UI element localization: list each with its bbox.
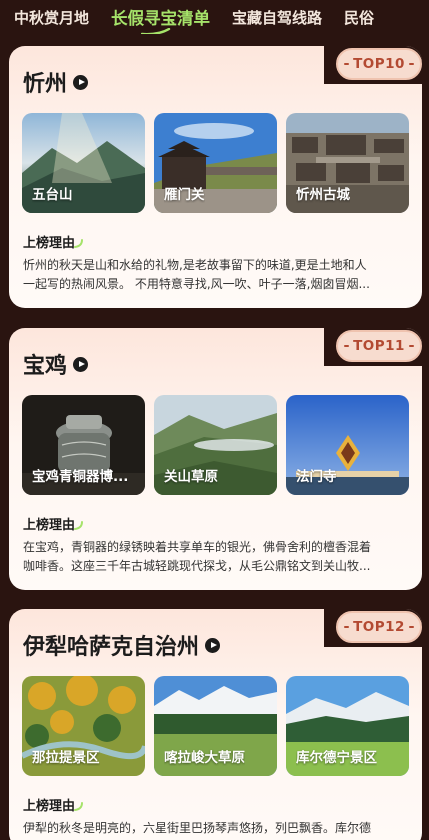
photo-thumbnail[interactable]: 雁门关 bbox=[154, 113, 277, 213]
photo-label: 忻州古城 bbox=[296, 187, 350, 203]
tab-mid-autumn[interactable]: 中秋赏月地 bbox=[14, 7, 89, 28]
hook-icon bbox=[74, 521, 84, 530]
photo-row: 五台山 雁门关 忻州古城 bbox=[22, 113, 409, 213]
reason-line: 忻州的秋天是山和水给的礼物,是老故事留下的味道,更是土地和人 bbox=[23, 258, 367, 272]
photo-label: 法门寺 bbox=[296, 469, 337, 485]
card-title-text: 宝鸡 bbox=[23, 354, 68, 379]
photo-thumbnail[interactable]: 关山草原 bbox=[154, 395, 277, 495]
photo-label: 五台山 bbox=[32, 187, 73, 203]
rank-badge: TOP10 bbox=[336, 48, 422, 80]
reason-line: 一起写的热闹风景。 不用特意寻找,风一吹、叶子一落,烟囱冒烟... bbox=[23, 277, 370, 291]
tab-self-drive-routes[interactable]: 宝藏自驾线路 bbox=[232, 7, 322, 28]
photo-label: 关山草原 bbox=[164, 469, 218, 485]
photo-label: 雁门关 bbox=[164, 187, 205, 203]
photo-label: 那拉提景区 bbox=[32, 750, 100, 766]
rank-label: TOP12 bbox=[353, 619, 405, 635]
photo-thumbnail[interactable]: 宝鸡青铜器博... bbox=[22, 395, 145, 495]
photo-label: 库尔德宁景区 bbox=[296, 750, 377, 766]
reason-line: 咖啡香。这座三千年古城轻跳现代探戈，从毛公鼎铭文到关山牧... bbox=[23, 559, 371, 573]
photo-row: 那拉提景区 喀拉峻大草原 库尔德宁景区 bbox=[22, 676, 409, 776]
play-icon[interactable] bbox=[73, 74, 89, 90]
play-icon[interactable] bbox=[73, 356, 89, 372]
tab-holiday-treasure-list-label: 长假寻宝清单 bbox=[111, 9, 211, 28]
photo-label: 宝鸡青铜器博... bbox=[32, 469, 129, 485]
rank-badge: TOP11 bbox=[336, 330, 422, 362]
hook-icon bbox=[74, 802, 84, 811]
photo-label: 喀拉峻大草原 bbox=[164, 750, 245, 766]
destination-card[interactable]: TOP10 忻州 五台山 雁门关 忻州古城 上榜理由 忻州的秋天是山和水给的礼物… bbox=[9, 46, 422, 308]
reason-heading: 上榜理由 bbox=[23, 795, 84, 814]
rank-label: TOP10 bbox=[353, 56, 405, 72]
rank-badge: TOP12 bbox=[336, 611, 422, 643]
reason-heading-label: 上榜理由 bbox=[23, 518, 76, 533]
reason-heading: 上榜理由 bbox=[23, 514, 84, 533]
reason-text: 在宝鸡，青铜器的绿锈映着共享单车的银光，佛骨舍利的檀香混着 咖啡香。这座三千年古… bbox=[23, 538, 409, 576]
reason-heading-label: 上榜理由 bbox=[23, 799, 76, 814]
reason-line: 在宝鸡，青铜器的绿锈映着共享单车的银光，佛骨舍利的檀香混着 bbox=[23, 540, 372, 554]
photo-thumbnail[interactable]: 库尔德宁景区 bbox=[286, 676, 409, 776]
play-icon[interactable] bbox=[205, 637, 221, 653]
top-tab-bar: 中秋赏月地 长假寻宝清单 宝藏自驾线路 民俗 bbox=[0, 0, 429, 34]
card-title[interactable]: 伊犁哈萨克自治州 bbox=[23, 629, 221, 661]
photo-thumbnail[interactable]: 法门寺 bbox=[286, 395, 409, 495]
rank-label: TOP11 bbox=[353, 338, 405, 354]
tab-holiday-treasure-list[interactable]: 长假寻宝清单 bbox=[111, 5, 211, 34]
active-tab-underline bbox=[141, 28, 171, 34]
photo-row: 宝鸡青铜器博... 关山草原 法门寺 bbox=[22, 395, 409, 495]
reason-text: 伊犁的秋冬是明亮的，六星街里巴扬琴声悠扬，列巴飘香。库尔德 bbox=[23, 819, 409, 840]
hook-icon bbox=[74, 239, 84, 248]
tab-folk-custom[interactable]: 民俗 bbox=[344, 7, 374, 28]
photo-thumbnail[interactable]: 那拉提景区 bbox=[22, 676, 145, 776]
reason-text: 忻州的秋天是山和水给的礼物,是老故事留下的味道,更是土地和人 一起写的热闹风景。… bbox=[23, 256, 409, 294]
card-title[interactable]: 忻州 bbox=[23, 66, 89, 98]
photo-thumbnail[interactable]: 五台山 bbox=[22, 113, 145, 213]
card-title[interactable]: 宝鸡 bbox=[23, 348, 89, 380]
photo-thumbnail[interactable]: 喀拉峻大草原 bbox=[154, 676, 277, 776]
card-title-text: 伊犁哈萨克自治州 bbox=[23, 635, 200, 660]
reason-heading: 上榜理由 bbox=[23, 232, 84, 251]
reason-heading-label: 上榜理由 bbox=[23, 236, 76, 251]
reason-line: 伊犁的秋冬是明亮的，六星街里巴扬琴声悠扬，列巴飘香。库尔德 bbox=[23, 821, 372, 835]
card-title-text: 忻州 bbox=[23, 72, 68, 97]
destination-card[interactable]: TOP12 伊犁哈萨克自治州 那拉提景区 喀拉峻大草原 库尔德宁景区 上榜理由 … bbox=[9, 609, 422, 840]
photo-thumbnail[interactable]: 忻州古城 bbox=[286, 113, 409, 213]
destination-card[interactable]: TOP11 宝鸡 宝鸡青铜器博... 关山草原 法门寺 上榜理由 在宝鸡，青铜器… bbox=[9, 328, 422, 590]
